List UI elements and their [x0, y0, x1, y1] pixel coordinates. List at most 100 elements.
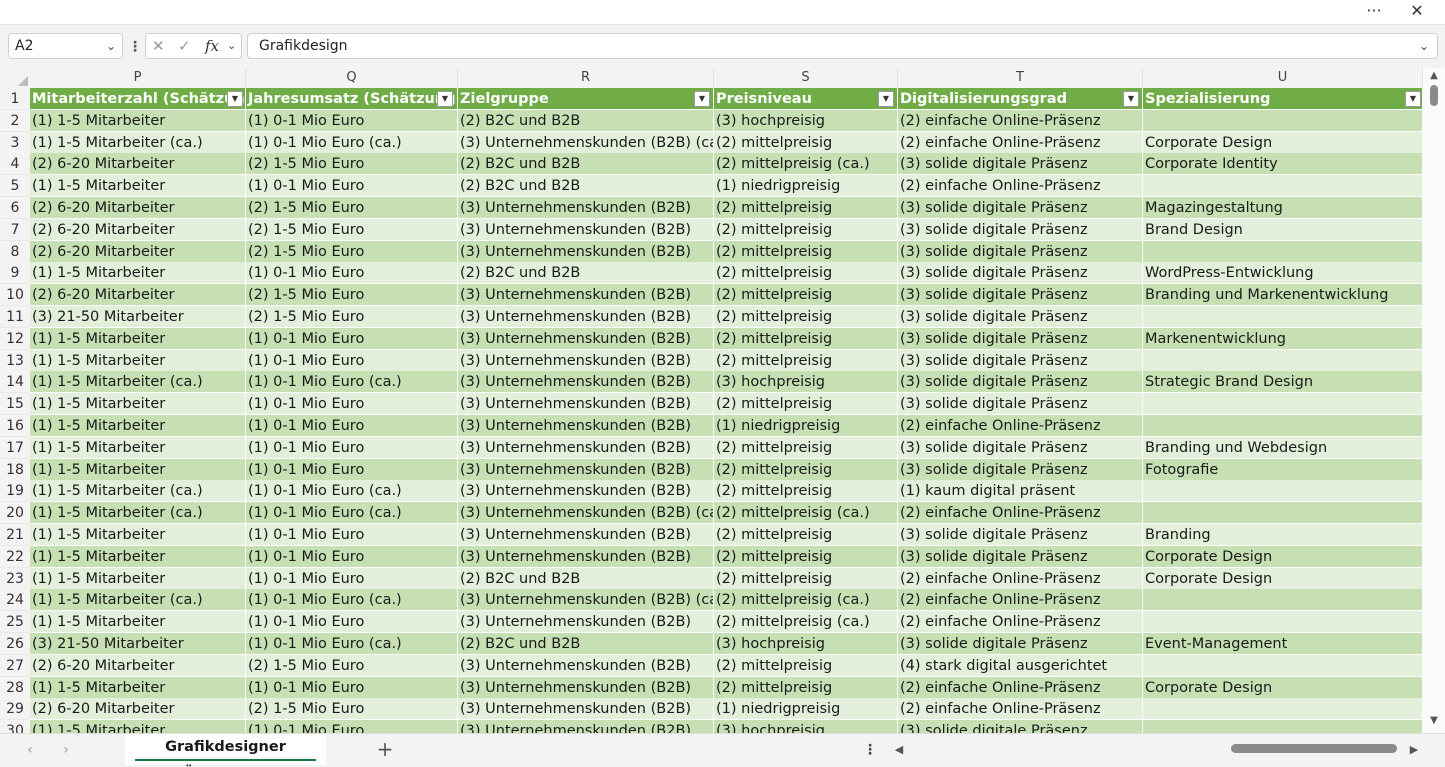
table-cell[interactable]: (3) Unternehmenskunden (B2B)	[458, 306, 714, 328]
table-cell[interactable]: (3) solide digitale Präsenz	[898, 218, 1143, 241]
table-cell[interactable]: (3) Unternehmenskunden (B2B)	[458, 676, 714, 699]
table-cell[interactable]: (2) 1-5 Mio Euro	[246, 197, 458, 219]
table-cell[interactable]: (2) mittelpreisig	[714, 436, 898, 459]
table-cell[interactable]: (1) 0-1 Mio Euro (ca.)	[246, 633, 458, 655]
table-cell[interactable]: (2) mittelpreisig	[714, 349, 898, 372]
table-cell[interactable]: (2) einfache Online-Präsenz	[898, 175, 1143, 198]
row-number[interactable]: 27	[0, 654, 30, 677]
table-cell[interactable]: (1) 0-1 Mio Euro	[246, 415, 458, 437]
column-header-q[interactable]: Q	[246, 68, 458, 88]
row-number[interactable]: 29	[0, 698, 30, 721]
table-cell[interactable]: (3) solide digitale Präsenz	[898, 545, 1143, 568]
row-number[interactable]: 8	[0, 240, 30, 263]
table-cell[interactable]: (1) niedrigpreisig	[714, 698, 898, 721]
column-header-r[interactable]: R	[458, 68, 714, 88]
close-button[interactable]: ✕	[1399, 0, 1435, 24]
table-cell[interactable]: Branding	[1143, 524, 1423, 546]
table-cell[interactable]	[1143, 654, 1423, 677]
table-cell[interactable]: (1) 1-5 Mitarbeiter (ca.)	[30, 502, 246, 525]
table-cell[interactable]: (3) Unternehmenskunden (B2B)	[458, 720, 714, 733]
table-cell[interactable]: (1) 0-1 Mio Euro	[246, 175, 458, 198]
table-cell[interactable]: (3) Unternehmenskunden (B2B)	[458, 197, 714, 219]
table-cell[interactable]: (2) mittelpreisig	[714, 327, 898, 350]
table-cell[interactable]: (1) 1-5 Mitarbeiter	[30, 415, 246, 437]
table-cell[interactable]: (1) niedrigpreisig	[714, 175, 898, 198]
table-cell[interactable]: (2) einfache Online-Präsenz	[898, 676, 1143, 699]
cancel-icon[interactable]: ✕	[152, 34, 165, 58]
table-cell[interactable]	[1143, 240, 1423, 263]
table-cell[interactable]: (2) B2C und B2B	[458, 175, 714, 198]
row-number[interactable]: 10	[0, 284, 30, 307]
table-cell[interactable]	[1143, 611, 1423, 634]
table-cell[interactable]: WordPress-Entwicklung	[1143, 262, 1423, 285]
row-number[interactable]: 24	[0, 589, 30, 612]
table-cell[interactable]: (2) 6-20 Mitarbeiter	[30, 153, 246, 176]
table-cell[interactable]: (3) Unternehmenskunden (B2B)	[458, 436, 714, 459]
table-cell[interactable]: (1) 1-5 Mitarbeiter	[30, 611, 246, 634]
table-cell[interactable]: (2) mittelpreisig	[714, 676, 898, 699]
table-cell[interactable]: (1) 1-5 Mitarbeiter	[30, 720, 246, 733]
row-number[interactable]: 26	[0, 633, 30, 655]
filter-dropdown-icon[interactable]: ▼	[437, 91, 453, 107]
table-cell[interactable]: (1) 0-1 Mio Euro	[246, 567, 458, 590]
table-cell[interactable]: (2) mittelpreisig	[714, 480, 898, 503]
table-cell[interactable]	[1143, 109, 1423, 132]
row-number[interactable]: 11	[0, 306, 30, 328]
table-cell[interactable]: Corporate Design	[1143, 545, 1423, 568]
table-cell[interactable]: (2) einfache Online-Präsenz	[898, 567, 1143, 590]
table-cell[interactable]: (3) Unternehmenskunden (B2B) (ca.)	[458, 589, 714, 612]
table-cell[interactable]: (2) B2C und B2B	[458, 153, 714, 176]
header-cell-digitalisierungsgrad[interactable]: Digitalisierungsgrad ▼	[898, 88, 1143, 110]
table-cell[interactable]: (1) 0-1 Mio Euro	[246, 524, 458, 546]
row-number[interactable]: 7	[0, 218, 30, 241]
table-cell[interactable]: (2) 6-20 Mitarbeiter	[30, 654, 246, 677]
row-number[interactable]: 30	[0, 720, 30, 733]
table-cell[interactable]: (3) Unternehmenskunden (B2B)	[458, 654, 714, 677]
column-header-u[interactable]: U	[1143, 68, 1423, 88]
filter-dropdown-icon[interactable]: ▼	[694, 91, 710, 107]
table-cell[interactable]: (3) Unternehmenskunden (B2B)	[458, 284, 714, 307]
table-cell[interactable]: (1) niedrigpreisig	[714, 415, 898, 437]
table-cell[interactable]: Brand Design	[1143, 218, 1423, 241]
row-number[interactable]: 25	[0, 611, 30, 634]
table-cell[interactable]: (3) Unternehmenskunden (B2B)	[458, 611, 714, 634]
table-cell[interactable]: (2) 1-5 Mio Euro	[246, 284, 458, 307]
table-cell[interactable]: (2) mittelpreisig (ca.)	[714, 153, 898, 176]
table-cell[interactable]: (2) einfache Online-Präsenz	[898, 698, 1143, 721]
table-cell[interactable]: Corporate Design	[1143, 567, 1423, 590]
row-number[interactable]: 15	[0, 393, 30, 416]
vertical-scrollbar[interactable]: ▲ ▼	[1423, 68, 1445, 733]
table-cell[interactable]: (3) solide digitale Präsenz	[898, 436, 1143, 459]
row-number[interactable]: 16	[0, 415, 30, 437]
previous-sheet-icon[interactable]: ‹	[20, 740, 40, 760]
table-cell[interactable]: (3) Unternehmenskunden (B2B)	[458, 480, 714, 503]
table-cell[interactable]: (3) Unternehmenskunden (B2B)	[458, 545, 714, 568]
table-cell[interactable]: (2) einfache Online-Präsenz	[898, 415, 1143, 437]
table-cell[interactable]: (1) 0-1 Mio Euro	[246, 349, 458, 372]
select-all-corner[interactable]	[0, 68, 30, 88]
header-cell-preisniveau[interactable]: Preisniveau ▼	[714, 88, 898, 110]
table-cell[interactable]	[1143, 502, 1423, 525]
sheet-tab-active[interactable]: Grafikdesigner Österreich	[125, 734, 326, 767]
table-cell[interactable]: (1) 1-5 Mitarbeiter (ca.)	[30, 480, 246, 503]
table-cell[interactable]: (1) 1-5 Mitarbeiter	[30, 524, 246, 546]
table-cell[interactable]: (3) solide digitale Präsenz	[898, 633, 1143, 655]
scroll-up-icon[interactable]: ▲	[1429, 70, 1439, 81]
filter-dropdown-icon[interactable]: ▼	[227, 91, 243, 107]
sheet-options-icon[interactable]: ⋮	[862, 740, 878, 760]
table-cell[interactable]: (2) B2C und B2B	[458, 633, 714, 655]
table-cell[interactable]: (1) 1-5 Mitarbeiter	[30, 175, 246, 198]
table-cell[interactable]	[1143, 480, 1423, 503]
table-cell[interactable]: (2) 6-20 Mitarbeiter	[30, 197, 246, 219]
table-cell[interactable]: (1) 0-1 Mio Euro (ca.)	[246, 502, 458, 525]
table-cell[interactable]: (2) einfache Online-Präsenz	[898, 589, 1143, 612]
table-cell[interactable]: (1) 1-5 Mitarbeiter	[30, 327, 246, 350]
insert-function-icon[interactable]: fx	[205, 34, 219, 58]
table-cell[interactable]: (1) 1-5 Mitarbeiter (ca.)	[30, 589, 246, 612]
table-cell[interactable]: (2) mittelpreisig	[714, 131, 898, 154]
table-cell[interactable]: (3) Unternehmenskunden (B2B)	[458, 415, 714, 437]
table-cell[interactable]: (3) 21-50 Mitarbeiter	[30, 306, 246, 328]
table-cell[interactable]: (2) mittelpreisig	[714, 284, 898, 307]
scroll-right-icon[interactable]: ▶	[1407, 741, 1421, 759]
table-cell[interactable]: (2) mittelpreisig	[714, 197, 898, 219]
